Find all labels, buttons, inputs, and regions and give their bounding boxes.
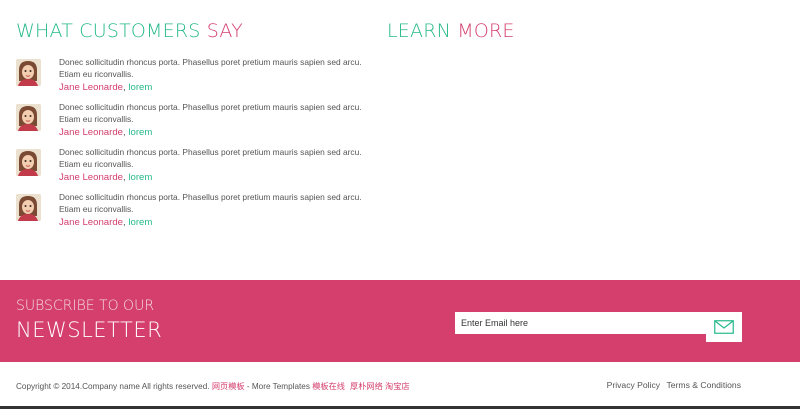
testimonials-title: WHAT CUSTOMERS SAY	[16, 20, 243, 42]
footer-link-templates-cn[interactable]: 网页模板	[212, 382, 245, 391]
author-name: Jane Leonarde	[59, 172, 124, 183]
author-company: lorem	[128, 127, 153, 138]
terms-link[interactable]: Terms & Conditions	[666, 380, 741, 390]
testimonials-title-main: WHAT CUSTOMERS	[16, 20, 201, 42]
testimonial-text: Donec sollicitudin rhoncus porta. Phasel…	[59, 102, 362, 124]
testimonials-title-accent: SAY	[206, 20, 243, 42]
footer: Copyright © 2014.Company name All rights…	[0, 362, 800, 409]
author-company: lorem	[128, 82, 153, 93]
more-templates-text: - More Templates	[244, 382, 313, 391]
author-company: lorem	[128, 217, 153, 228]
subscribe-send-button[interactable]	[706, 312, 742, 342]
author-name: Jane Leonarde	[59, 127, 124, 138]
newsletter-band: SUBSCRIBE TO OUR NEWSLETTER	[0, 280, 800, 362]
author-company: lorem	[128, 172, 153, 183]
author-name: Jane Leonarde	[59, 82, 124, 93]
testimonial-text: Donec sollicitudin rhoncus porta. Phasel…	[59, 57, 362, 79]
newsletter-heading: NEWSLETTER	[16, 318, 163, 342]
testimonial-author: Jane Leonarde, lorem	[59, 127, 153, 138]
testimonial-text: Donec sollicitudin rhoncus porta. Phasel…	[59, 192, 362, 214]
avatar	[16, 59, 41, 86]
footer-link-taobao[interactable]: 厚朴网络 淘宝店	[350, 382, 410, 391]
testimonial-item: Donec sollicitudin rhoncus porta. Phasel…	[16, 102, 376, 147]
testimonial-list: Donec sollicitudin rhoncus porta. Phasel…	[16, 57, 376, 237]
testimonial-author: Jane Leonarde, lorem	[59, 172, 153, 183]
testimonial-text: Donec sollicitudin rhoncus porta. Phasel…	[59, 147, 362, 169]
copyright-text: Copyright © 2014.Company name All rights…	[16, 382, 210, 391]
copyright: Copyright © 2014.Company name All rights…	[16, 380, 410, 392]
envelope-icon	[714, 320, 734, 334]
testimonial-item: Donec sollicitudin rhoncus porta. Phasel…	[16, 147, 376, 192]
avatar	[16, 149, 41, 176]
learn-more-title: LEARN MORE	[387, 20, 515, 42]
testimonial-author: Jane Leonarde, lorem	[59, 217, 153, 228]
testimonial-item: Donec sollicitudin rhoncus porta. Phasel…	[16, 192, 376, 237]
email-input[interactable]	[455, 312, 706, 334]
subscribe-label: SUBSCRIBE TO OUR	[16, 298, 155, 314]
footer-link-templates-online[interactable]: 模板在线	[312, 382, 345, 391]
testimonial-item: Donec sollicitudin rhoncus porta. Phasel…	[16, 57, 376, 102]
avatar	[16, 194, 41, 221]
footer-links: Privacy Policy Terms & Conditions	[603, 380, 741, 390]
avatar	[16, 104, 41, 131]
testimonial-author: Jane Leonarde, lorem	[59, 82, 153, 93]
learn-title-accent: MORE	[457, 20, 515, 42]
learn-title-main: LEARN	[387, 20, 452, 42]
privacy-policy-link[interactable]: Privacy Policy	[607, 380, 660, 390]
author-name: Jane Leonarde	[59, 217, 124, 228]
